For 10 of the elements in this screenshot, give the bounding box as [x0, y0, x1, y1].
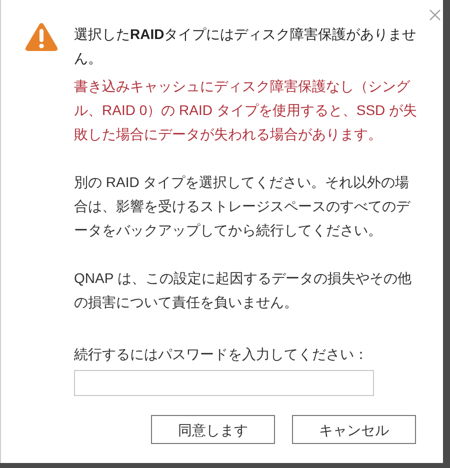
- close-icon[interactable]: [429, 9, 441, 21]
- password-label: 続行するにはパスワードを入力してください：: [74, 345, 369, 364]
- message-paragraph: QNAP は、この設定に起因するデータの損失やその他の損害について責任を負いません。: [74, 269, 412, 312]
- warning-icon: [25, 22, 58, 52]
- dialog-title: 選択したRAIDタイプにはディスク障害保護がありません。: [74, 25, 418, 68]
- password-field[interactable]: [74, 370, 374, 396]
- agree-button[interactable]: 同意します: [151, 415, 275, 444]
- message-paragraph: 別の RAID タイプを選択してください。それ以外の場合は、影響を受けるストレージスペースのすべてのデータをバックアップしてから続行してください。: [74, 173, 412, 240]
- warning-text: 書き込みキャッシュにディスク障害保護なし（シングル、RAID 0）の RAID タイプを使用すると、SSD が失敗した場合にデータが失われる場合があります。: [74, 77, 418, 144]
- cancel-button[interactable]: キャンセル: [292, 415, 416, 444]
